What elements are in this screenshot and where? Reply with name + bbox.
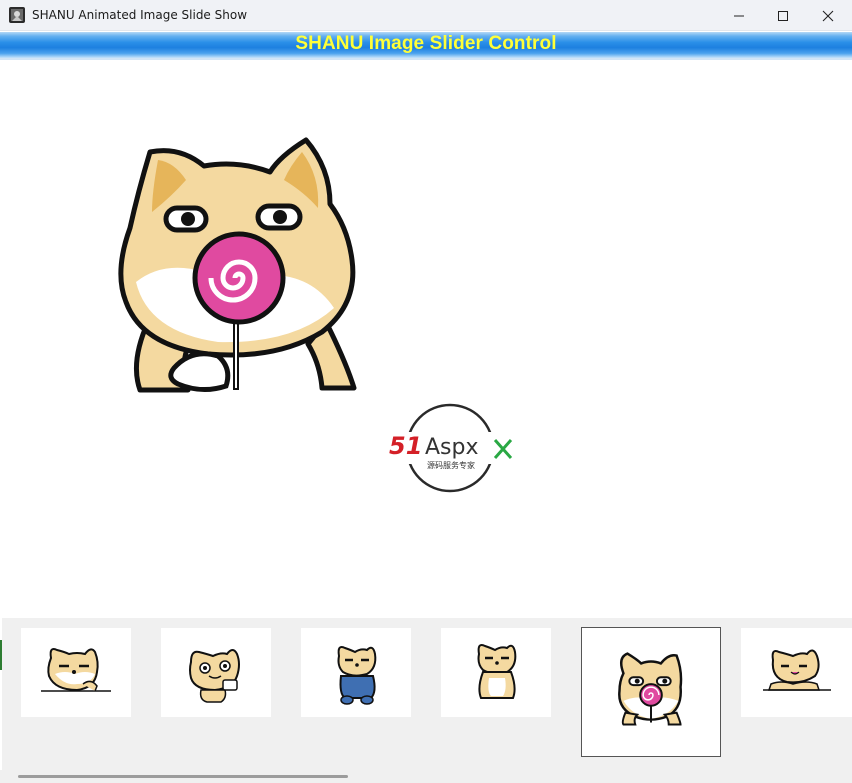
page-title: SHANU Image Slider Control bbox=[295, 33, 557, 54]
shiba-dog-in-overalls-thumbnail bbox=[337, 646, 377, 705]
app-icon bbox=[9, 7, 25, 23]
watermark-word: Aspx bbox=[425, 435, 479, 460]
window-title: SHANU Animated Image Slide Show bbox=[32, 8, 248, 22]
maximize-button[interactable] bbox=[760, 0, 806, 31]
shiba-dog-standing-thumbnail bbox=[477, 644, 517, 699]
main-slide-image bbox=[118, 137, 357, 393]
shiba-dog-lying-down-thumbnail bbox=[763, 649, 831, 691]
header-banner: SHANU Image Slider Control bbox=[0, 32, 852, 60]
shiba-dog-with-lollipop-thumbnail bbox=[618, 652, 683, 726]
horizontal-scrollbar[interactable] bbox=[0, 770, 852, 783]
scrollbar-thumb[interactable] bbox=[18, 775, 348, 778]
thumbnail-6[interactable] bbox=[741, 628, 852, 717]
thumbnail-1[interactable] bbox=[21, 628, 131, 717]
minimize-button[interactable] bbox=[716, 0, 762, 31]
thumbnail-3[interactable] bbox=[301, 628, 411, 717]
close-icon bbox=[822, 10, 834, 22]
minimize-icon bbox=[734, 15, 744, 17]
thumbnail-5-selected[interactable] bbox=[581, 627, 721, 757]
maximize-icon bbox=[778, 11, 788, 21]
watermark-subtitle: 源码服务专家 bbox=[427, 460, 475, 470]
site-watermark-logo: 51 Aspx 源码服务专家 bbox=[387, 403, 515, 493]
thumbnail-2[interactable] bbox=[161, 628, 271, 717]
thumbnail-4[interactable] bbox=[441, 628, 551, 717]
thumbnail-strip[interactable] bbox=[2, 618, 852, 770]
close-button[interactable] bbox=[805, 0, 851, 31]
window-title-bar: SHANU Animated Image Slide Show bbox=[0, 0, 852, 31]
main-image-area: 51 Aspx 源码服务专家 bbox=[2, 62, 852, 618]
shiba-dog-with-cup-thumbnail bbox=[189, 649, 240, 703]
watermark-number: 51 bbox=[389, 432, 422, 460]
shiba-dog-at-table-thumbnail bbox=[41, 648, 111, 692]
